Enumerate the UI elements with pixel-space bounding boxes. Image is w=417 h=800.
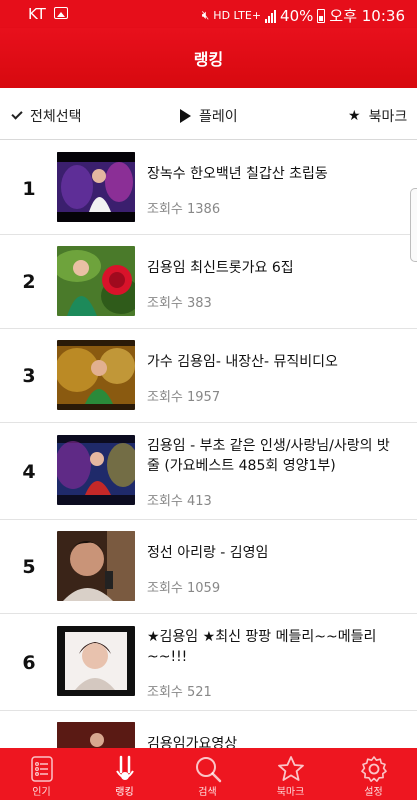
video-thumbnail[interactable]: [57, 626, 135, 696]
check-icon: [11, 108, 23, 120]
view-count: 조회수 1386: [147, 202, 221, 217]
bottom-nav: 인기 랭킹 검색 북마크 설정: [0, 748, 417, 800]
rank-number: 5: [22, 556, 36, 578]
select-all-label: 전체선택: [30, 109, 82, 125]
rank-number: 2: [22, 271, 36, 293]
bookmark-button[interactable]: ★ 북마크: [348, 106, 407, 126]
network-indicators: HD LTE+: [213, 9, 262, 22]
star-icon: ★: [348, 108, 361, 124]
carrier-label: KT: [28, 5, 46, 23]
view-count: 조회수 1059: [147, 581, 221, 596]
video-thumbnail[interactable]: [57, 435, 135, 505]
view-count: 조회수 413: [147, 494, 212, 509]
battery-level: 40%: [280, 6, 314, 25]
nav-settings[interactable]: 설정: [332, 748, 415, 800]
view-count: 조회수 383: [147, 296, 212, 311]
page-title: 랭킹: [193, 50, 224, 69]
nav-popular[interactable]: 인기: [0, 748, 83, 800]
list-item[interactable]: 2 김용임 최신트롯가요 6집 조회수 383: [0, 235, 417, 329]
nav-bookmark[interactable]: 북마크: [249, 748, 332, 800]
battery-icon: [317, 8, 326, 23]
ranking-list[interactable]: 1 장녹수 한오백년 칠갑산 초립동 조회수 1386 2 김용임 최신트롯가요…: [0, 140, 417, 748]
status-indicators: 🔇︎ HD LTE+ 40% 오후 10:36: [202, 5, 405, 26]
star-icon: [276, 754, 306, 784]
nav-label: 설정: [364, 787, 383, 798]
action-toolbar: 전체선택 플레이 ★ 북마크: [0, 88, 417, 140]
list-icon: [27, 754, 57, 784]
list-item[interactable]: 3 가수 김용임- 내장산- 뮤직비디오 조회수 1957: [0, 329, 417, 423]
signal-icon: [265, 9, 277, 23]
video-thumbnail[interactable]: [57, 246, 135, 316]
video-thumbnail[interactable]: [57, 531, 135, 601]
video-title: 김용임가요영상: [147, 736, 238, 748]
rank-number: 4: [22, 461, 36, 483]
list-item[interactable]: 4 김용임 - 부초 같은 인생/사랑님/사랑의 밧줄 (가요베스트 485회 …: [0, 423, 417, 520]
play-button[interactable]: 플레이: [180, 106, 238, 126]
rank-number: 6: [22, 652, 36, 674]
view-count: 조회수 521: [147, 685, 212, 700]
select-all-button[interactable]: 전체선택: [11, 106, 82, 126]
video-title: 장녹수 한오백년 칠갑산 초립동: [147, 166, 328, 182]
list-item[interactable]: 1 장녹수 한오백년 칠갑산 초립동 조회수 1386: [0, 140, 417, 235]
video-thumbnail[interactable]: [57, 152, 135, 222]
video-title: 김용임 - 부초 같은 인생/사랑님/사랑의 밧줄 (가요베스트 485회 영양…: [147, 438, 390, 474]
video-title: 정선 아리랑 - 김영임: [147, 545, 269, 561]
ranking-icon: [110, 754, 140, 784]
app-bar: 랭킹: [0, 28, 417, 88]
mute-icon: 🔇︎: [201, 8, 210, 22]
rank-number: 3: [22, 365, 36, 387]
play-icon: [180, 109, 191, 123]
list-item[interactable]: 김용임가요영상: [0, 711, 417, 748]
nav-search[interactable]: 검색: [166, 748, 249, 800]
nav-label: 검색: [198, 787, 217, 798]
clock: 오후 10:36: [329, 7, 405, 25]
list-item[interactable]: 5 정선 아리랑 - 김영임 조회수 1059: [0, 520, 417, 614]
status-bar: KT 🔇︎ HD LTE+ 40% 오후 10:36: [0, 0, 417, 28]
video-title: 가수 김용임- 내장산- 뮤직비디오: [147, 354, 338, 370]
nav-label: 랭킹: [115, 787, 134, 798]
search-icon: [193, 754, 223, 784]
rank-number: 1: [22, 178, 36, 200]
nav-label: 북마크: [276, 787, 305, 798]
video-title: ★김용임 ★최신 팡팡 메들리~~메들리~~!!!: [147, 629, 377, 665]
nav-ranking[interactable]: 랭킹: [83, 748, 166, 800]
scroll-handle[interactable]: [410, 188, 417, 262]
list-item[interactable]: 6 ★김용임 ★최신 팡팡 메들리~~메들리~~!!! 조회수 521: [0, 614, 417, 711]
nav-label: 인기: [32, 787, 51, 798]
video-title: 김용임 최신트롯가요 6집: [147, 260, 294, 276]
gear-icon: [359, 754, 389, 784]
bookmark-label: 북마크: [368, 109, 408, 125]
play-label: 플레이: [199, 109, 238, 125]
view-count: 조회수 1957: [147, 390, 221, 405]
gallery-icon: [54, 7, 68, 19]
video-thumbnail[interactable]: [57, 722, 135, 748]
video-thumbnail[interactable]: [57, 340, 135, 410]
